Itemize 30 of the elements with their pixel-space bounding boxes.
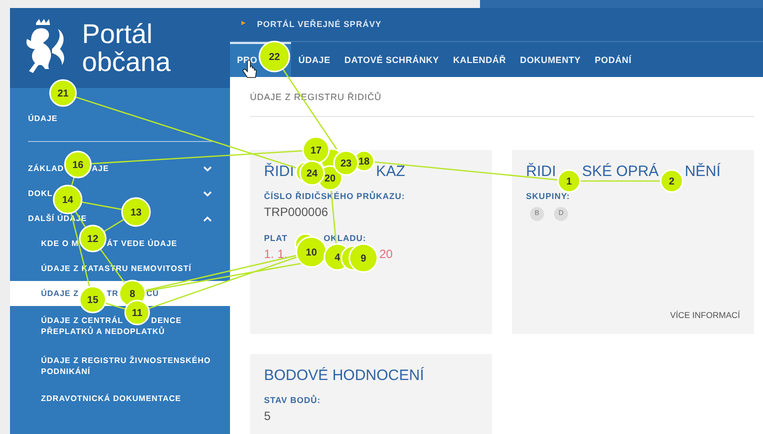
gaze-point: 23	[333, 150, 359, 176]
gaze-point: 12	[78, 224, 106, 252]
field-label: STAV BODŮ:	[264, 395, 321, 405]
card-title: ŘIDI	[526, 162, 556, 182]
gaze-point: 17	[302, 136, 330, 164]
gaze-point: 11	[124, 300, 150, 326]
logo-text: občana	[82, 48, 171, 76]
field-value: TRP000006	[264, 205, 328, 219]
gaze-point: 16	[64, 150, 92, 178]
gaze-point: 15	[78, 286, 106, 314]
gaze-point: 14	[52, 184, 82, 214]
gaze-point: 2	[660, 169, 684, 193]
gaze-point: 22	[258, 40, 290, 72]
gaze-point: 24	[299, 160, 325, 186]
gaze-point: 9	[348, 243, 378, 273]
gaze-point: 13	[121, 197, 151, 227]
card-title: SKÉ OPRÁ	[582, 162, 659, 182]
card-title: NĚNÍ	[684, 162, 721, 182]
field-label: PLAT	[264, 233, 288, 243]
sidebar-heading: ÚDAJE	[28, 114, 58, 123]
gaze-point: 1	[557, 169, 581, 193]
field-value: 5	[264, 409, 271, 423]
field-value: 1. 1.	[264, 247, 288, 261]
logo-text: Portál	[82, 20, 154, 48]
card-title: ŘIDI	[264, 162, 294, 182]
gaze-point: 21	[49, 79, 77, 107]
field-label: SKUPINY:	[526, 191, 570, 201]
card-title: BODOVÉ HODNOCENÍ	[264, 366, 424, 386]
field-value: 20	[379, 247, 393, 261]
card-title: KAZ	[376, 162, 406, 182]
